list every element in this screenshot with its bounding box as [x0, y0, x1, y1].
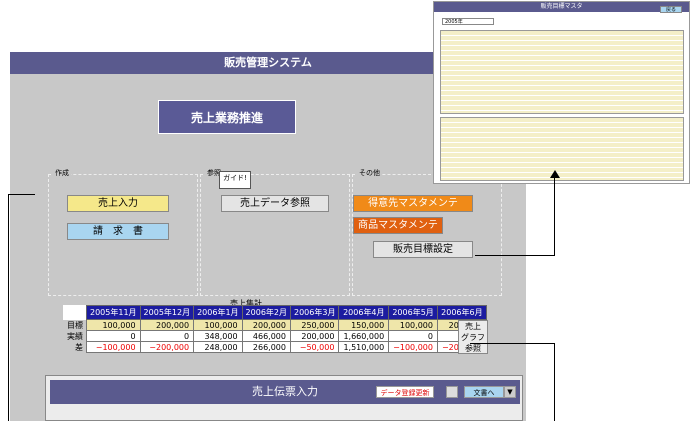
year-select[interactable]: 2005年 [442, 18, 494, 25]
table-cell: 100,000 [86, 319, 141, 331]
month-header: 2006年3月 [289, 305, 340, 320]
table-cell: 100,000 [193, 319, 243, 331]
customer-master-button[interactable]: 得意先マスタメンテ [353, 195, 473, 212]
table-cell: 200,000 [139, 319, 195, 331]
other-panel-label: その他 [357, 168, 382, 178]
table-cell: −100,000 [388, 341, 438, 353]
connector-line [470, 343, 555, 344]
reference-panel: 参照 売上データ参照 [200, 168, 350, 296]
guide-tooltip: ガイド! [219, 171, 251, 189]
table-cell: 1,510,000 [338, 341, 390, 353]
month-header: 2006年6月 [436, 305, 487, 320]
table-cell: 348,000 [193, 330, 243, 342]
month-header: 2005年11月 [86, 305, 141, 320]
connector-line [8, 194, 9, 421]
sales-promotion-button[interactable]: 売上業務推進 [158, 100, 296, 134]
row-label: 差 [63, 341, 87, 353]
table-cell: 200,000 [289, 330, 340, 342]
month-header: 2005年12月 [139, 305, 195, 320]
table-cell: 466,000 [241, 330, 292, 342]
table-cell: 0 [86, 330, 141, 342]
table-cell: 248,000 [193, 341, 243, 353]
table-cell: −50,000 [289, 341, 340, 353]
month-header: 2006年5月 [388, 305, 438, 320]
summary-table: 2005年11月 2005年12月 2006年1月 2006年2月 2006年3… [63, 305, 487, 353]
other-panel: その他 得意先マスタメンテ 商品マスタメンテ 販売目標設定 [352, 168, 502, 296]
month-header: 2006年2月 [241, 305, 292, 320]
target-row: 目標 100,000 200,000 100,000 200,000 250,0… [63, 319, 487, 331]
graph-btn-line: グラフ [461, 333, 485, 342]
connector-line [554, 176, 555, 256]
table-cell: 0 [139, 330, 195, 342]
arrow-up-icon [550, 170, 560, 178]
sales-target-button[interactable]: 販売目標設定 [373, 241, 473, 258]
table-cell: −100,000 [86, 341, 141, 353]
sales-target-thumbnail: 販売目標マスタ 2005年 戻る [433, 1, 690, 184]
table-cell: 250,000 [289, 319, 340, 331]
create-panel: 作成 売上入力 請 求 書 [48, 168, 198, 296]
sales-entry-button[interactable]: 売上入力 [67, 195, 169, 212]
data-update-button[interactable]: データ登録更新 [376, 386, 434, 398]
table-cell: 1,660,000 [338, 330, 390, 342]
sales-data-reference-button[interactable]: 売上データ参照 [221, 195, 329, 212]
table-cell: 150,000 [338, 319, 390, 331]
graph-btn-line: 売上 [465, 322, 481, 331]
sales-slip-window: 売上伝票入力 データ登録更新 文書へ ▼ [45, 375, 523, 421]
product-master-button[interactable]: 商品マスタメンテ [353, 217, 443, 234]
thumbnail-table-top [440, 30, 684, 114]
table-cell: 100,000 [388, 319, 438, 331]
month-header: 2006年1月 [193, 305, 243, 320]
table-cell: −200,000 [139, 341, 195, 353]
connector-line [554, 343, 555, 421]
connector-line [475, 255, 555, 256]
row-label: 目標 [63, 319, 87, 331]
table-cell: 200,000 [241, 319, 292, 331]
chevron-down-icon[interactable]: ▼ [504, 386, 516, 398]
connector-line [8, 194, 35, 195]
graph-btn-line: 参照 [465, 344, 481, 353]
create-panel-label: 作成 [53, 168, 71, 178]
month-header: 2006年4月 [338, 305, 390, 320]
thumbnail-title: 販売目標マスタ [434, 2, 689, 12]
table-cell: 266,000 [241, 341, 292, 353]
sales-graph-button[interactable]: 売上 グラフ 参照 [458, 320, 488, 354]
print-icon[interactable] [446, 386, 458, 398]
diff-row: 差 −100,000 −200,000 248,000 266,000 −50,… [63, 341, 487, 353]
actual-row: 実績 0 0 348,000 466,000 200,000 1,660,000… [63, 330, 487, 342]
invoice-button[interactable]: 請 求 書 [67, 223, 169, 240]
doc-button[interactable]: 文書へ [464, 386, 504, 398]
table-cell: 0 [388, 330, 438, 342]
back-button[interactable]: 戻る [660, 6, 682, 13]
thumbnail-table-bottom [440, 117, 684, 181]
row-label: 実績 [63, 330, 87, 342]
